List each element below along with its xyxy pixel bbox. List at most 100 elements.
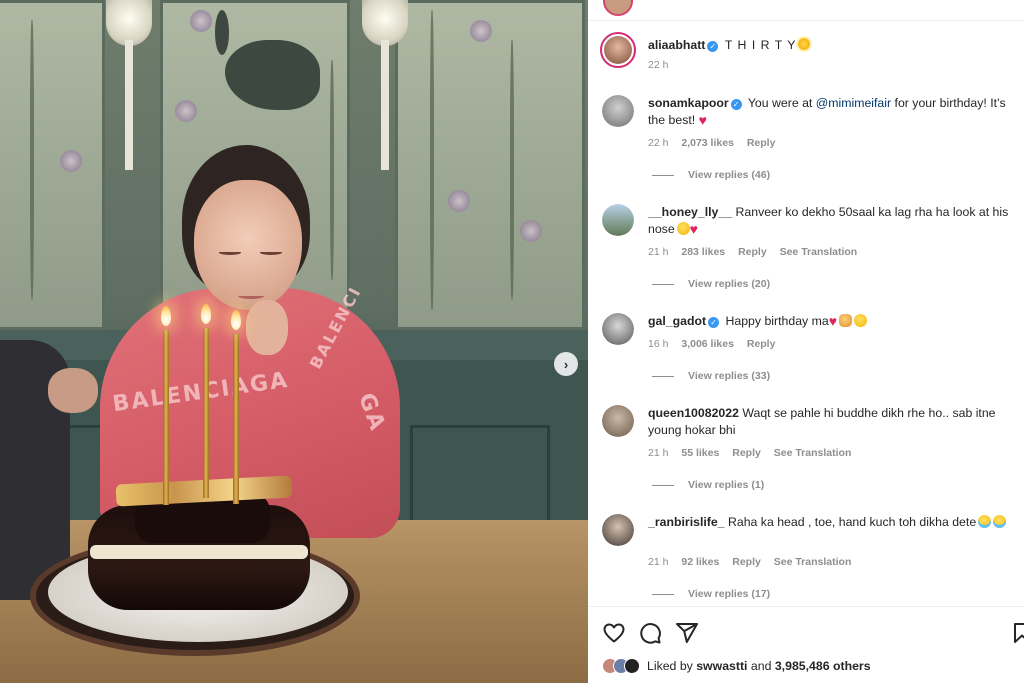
bookmark-icon[interactable] [1010,621,1024,645]
flower-decoration [470,20,492,42]
wainscot-box [410,425,550,525]
username[interactable]: __honey_lly__ [648,205,732,219]
likes-count-button[interactable]: 3,985,486 others [775,659,871,673]
divider [652,593,674,595]
view-replies-label: View replies (33) [688,370,771,382]
reply-button[interactable]: Reply [732,447,761,459]
vine-decoration [330,60,334,280]
avatar[interactable] [602,405,634,437]
sconce-stem [381,40,389,170]
person-left-hand [48,368,98,413]
comment-meta: 16 h 3,006 likes Reply [648,338,785,350]
post-header-strip [588,0,1024,21]
see-translation-button[interactable]: See Translation [774,556,852,568]
liker-avatar[interactable] [624,658,640,674]
likes-text: Liked by swwastti and 3,985,486 others [647,659,871,673]
closed-eye [260,250,282,255]
divider [652,484,674,486]
comments-panel: aliaabhatt ✓ T H I R T Y 22 h sonamkapoor… [588,0,1024,683]
caption-text: aliaabhatt ✓ T H I R T Y [648,37,1013,54]
caption: T H I R T Y [724,38,797,52]
flower-decoration [520,220,542,242]
red-heart-emoji-icon: ♥ [698,112,707,128]
see-translation-button[interactable]: See Translation [774,447,852,459]
view-replies-button[interactable]: View replies (20) [652,278,770,290]
red-heart-emoji-icon: ♥ [689,221,698,237]
comment-meta: 22 h 2,073 likes Reply [648,137,785,149]
paper-plane-icon[interactable] [675,621,699,645]
view-replies-label: View replies (1) [688,479,765,491]
candle-flame [231,310,241,330]
likes-count[interactable]: 3,006 likes [681,338,734,350]
candle [163,330,169,505]
avatar[interactable] [602,95,634,127]
comment-text: __honey_lly__ Ranveer ko dekho 50saal ka… [648,204,1013,238]
reply-button[interactable]: Reply [747,137,776,149]
wallpaper-panel [395,0,585,330]
vine-decoration [510,40,514,300]
likes-summary: Liked by swwastti and 3,985,486 others [602,658,871,674]
crying-face-emoji-icon [993,515,1007,528]
smile [238,293,264,299]
crying-face-emoji-icon [978,515,992,528]
likes-middle: and [747,659,775,673]
post-photo[interactable]: BALENCIAGA GA BALENCI › [0,0,588,683]
reply-button[interactable]: Reply [732,556,761,568]
liker-username[interactable]: swwastti [696,659,747,673]
comment-icon[interactable] [638,621,662,645]
candle [233,334,239,504]
mention-link[interactable]: @mimimeifair [816,96,891,110]
timestamp: 22 h [648,137,669,149]
heart-icon[interactable] [602,621,626,645]
avatar[interactable] [602,313,634,345]
grimace-emoji-icon [676,222,690,235]
username[interactable]: aliaabhatt [648,38,705,52]
closed-eye [219,250,241,255]
view-replies-label: View replies (17) [688,588,771,600]
username[interactable]: _ranbirislife_ [648,515,725,529]
username[interactable]: sonamkapoor [648,96,729,110]
likes-count[interactable]: 55 likes [681,447,719,459]
view-replies-button[interactable]: View replies (46) [652,169,770,181]
view-replies-button[interactable]: View replies (17) [652,588,770,600]
flower-decoration [448,190,470,212]
likes-count[interactable]: 2,073 likes [681,137,734,149]
comment-meta: 21 h 283 likes Reply See Translation [648,246,867,258]
comment-text: queen10082022 Waqt se pahle hi buddhe di… [648,405,1013,439]
likes-count[interactable]: 283 likes [681,246,725,258]
view-replies-button[interactable]: View replies (1) [652,479,764,491]
likes-count[interactable]: 92 likes [681,556,719,568]
view-replies-label: View replies (20) [688,278,771,290]
timestamp: 22 h [648,59,669,71]
divider [652,375,674,377]
see-translation-button[interactable]: See Translation [780,246,858,258]
flower-decoration [190,10,212,32]
comment-body: Happy birthday ma [725,314,829,328]
username[interactable]: queen10082022 [648,406,739,420]
divider [652,174,674,176]
avatar[interactable] [600,32,636,68]
reply-button[interactable]: Reply [738,246,767,258]
candle-flame [161,306,171,326]
wallpaper-panel [0,0,105,330]
username[interactable]: gal_gadot [648,314,706,328]
reply-button[interactable]: Reply [747,338,776,350]
view-replies-button[interactable]: View replies (33) [652,370,770,382]
comment-text: _ranbirislife_ Raha ka head , toe, hand … [648,514,1013,531]
comment-meta: 21 h 92 likes Reply See Translation [648,556,861,568]
comment-meta: 22 h [648,59,678,71]
raised-hands-emoji-icon [839,314,853,327]
flower-decoration [175,100,197,122]
verified-badge-icon: ✓ [708,317,720,328]
author-avatar[interactable] [603,0,633,16]
cake-band [90,545,308,559]
sconce-stem [125,40,133,170]
verified-badge-icon: ✓ [730,99,742,110]
vine-decoration [30,20,34,300]
chevron-right-icon: › [563,356,569,372]
avatar[interactable] [602,204,634,236]
next-photo-button[interactable]: › [554,352,578,376]
avatar[interactable] [602,514,634,546]
hand [246,300,288,355]
comment-text: sonamkapoor ✓ You were at @mimimeifair fo… [648,95,1013,129]
